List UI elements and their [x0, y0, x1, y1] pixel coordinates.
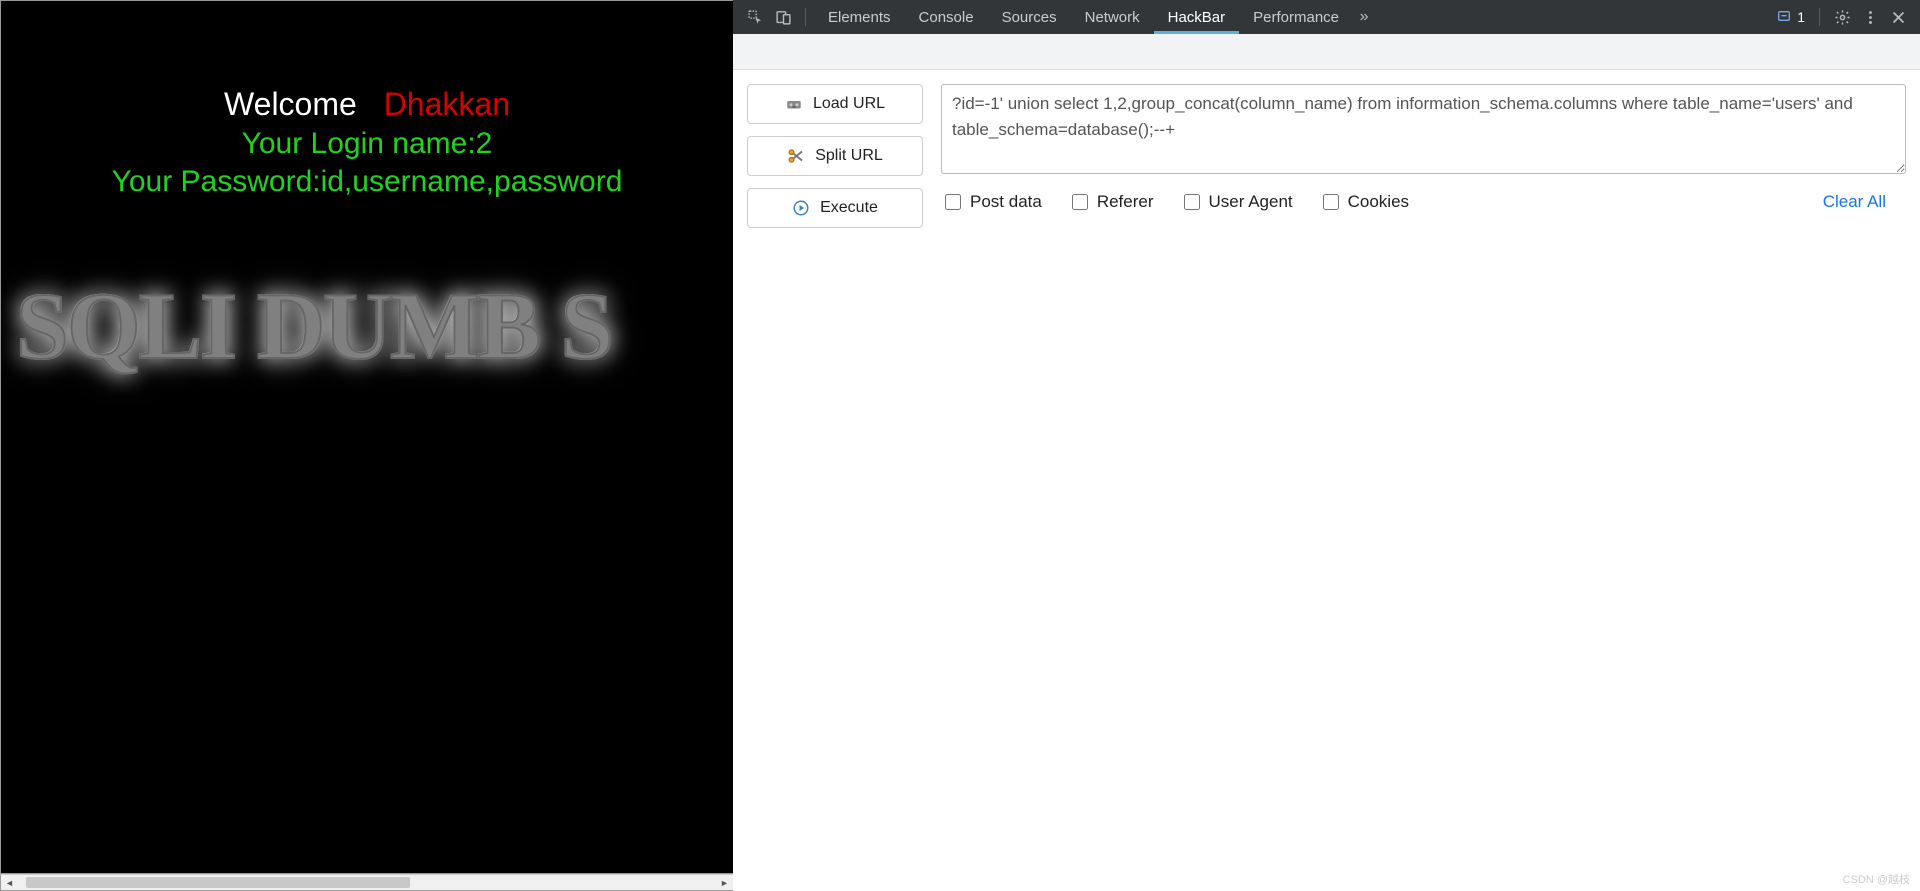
hackbar-body: Load URL Split URL Execute [733, 70, 1920, 242]
inspect-element-icon[interactable] [741, 3, 769, 31]
scroll-track[interactable] [18, 875, 716, 890]
scissors-icon [787, 147, 805, 165]
password-line: Your Password:id,username,password [1, 165, 733, 199]
cookies-checkbox[interactable]: Cookies [1323, 192, 1409, 212]
cookies-label: Cookies [1348, 192, 1409, 212]
url-input[interactable] [941, 84, 1906, 174]
clear-all-link[interactable]: Clear All [1823, 192, 1886, 212]
post-data-input[interactable] [945, 194, 961, 210]
hackbar-right: Post data Referer User Agent Cookies C [941, 84, 1906, 212]
user-agent-input[interactable] [1184, 194, 1200, 210]
welcome-text: Welcome [224, 86, 357, 122]
page-viewport: Welcome Dhakkan Your Login name:2 Your P… [0, 0, 733, 874]
play-icon [792, 199, 810, 217]
devtools-panel: Elements Console Sources Network HackBar… [733, 0, 1920, 891]
post-data-checkbox[interactable]: Post data [945, 192, 1042, 212]
scroll-left-icon[interactable]: ◄ [1, 875, 18, 890]
gear-icon[interactable] [1828, 3, 1856, 31]
user-agent-checkbox[interactable]: User Agent [1184, 192, 1293, 212]
issues-button[interactable]: 1 [1770, 9, 1811, 25]
scroll-thumb[interactable] [26, 877, 410, 888]
dhakkan-text: Dhakkan [384, 86, 510, 122]
page-content: Welcome Dhakkan Your Login name:2 Your P… [1, 1, 733, 199]
divider [1819, 8, 1820, 26]
referer-label: Referer [1097, 192, 1154, 212]
split-url-label: Split URL [815, 147, 883, 165]
horizontal-scrollbar[interactable]: ◄ ► [0, 874, 733, 891]
load-url-label: Load URL [813, 95, 885, 113]
tab-network[interactable]: Network [1071, 0, 1154, 34]
tab-hackbar[interactable]: HackBar [1154, 0, 1240, 34]
login-name-line: Your Login name:2 [1, 127, 733, 161]
hackbar-options-row: Post data Referer User Agent Cookies C [941, 192, 1906, 212]
issues-count: 1 [1797, 9, 1805, 25]
tab-performance[interactable]: Performance [1239, 0, 1353, 34]
user-agent-label: User Agent [1209, 192, 1293, 212]
watermark: CSDN @越枝 [1843, 871, 1910, 887]
scroll-right-icon[interactable]: ► [716, 875, 733, 890]
hackbar-toolbar [733, 34, 1920, 70]
tab-sources[interactable]: Sources [988, 0, 1071, 34]
more-tabs-icon[interactable]: » [1353, 8, 1375, 26]
page-container: Welcome Dhakkan Your Login name:2 Your P… [0, 0, 733, 891]
tab-elements[interactable]: Elements [814, 0, 905, 34]
devtools-tabs: Elements Console Sources Network HackBar… [814, 0, 1353, 34]
devtools-tabbar: Elements Console Sources Network HackBar… [733, 0, 1920, 34]
execute-label: Execute [820, 199, 878, 217]
kebab-menu-icon[interactable] [1856, 3, 1884, 31]
sqli-logo: SQLI DUMB S [16, 271, 612, 381]
welcome-line: Welcome Dhakkan [1, 86, 733, 123]
hackbar-panel: Load URL Split URL Execute [733, 34, 1920, 891]
referer-input[interactable] [1072, 194, 1088, 210]
load-url-icon [785, 95, 803, 113]
divider [805, 8, 806, 26]
post-data-label: Post data [970, 192, 1042, 212]
load-url-button[interactable]: Load URL [747, 84, 923, 124]
split-url-button[interactable]: Split URL [747, 136, 923, 176]
close-icon[interactable] [1884, 3, 1912, 31]
execute-button[interactable]: Execute [747, 188, 923, 228]
tab-console[interactable]: Console [905, 0, 988, 34]
referer-checkbox[interactable]: Referer [1072, 192, 1154, 212]
device-toolbar-icon[interactable] [769, 3, 797, 31]
hackbar-button-column: Load URL Split URL Execute [747, 84, 923, 228]
cookies-input[interactable] [1323, 194, 1339, 210]
